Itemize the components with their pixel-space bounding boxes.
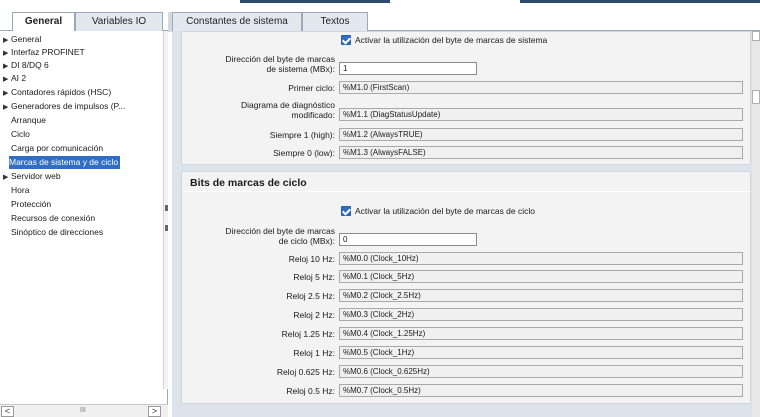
always-false-label: Siempre 0 (low): <box>273 148 335 158</box>
nav-item-arranque[interactable]: Arranque <box>11 114 46 127</box>
nav-item-hora[interactable]: Hora <box>11 184 29 197</box>
first-cycle-field: %M1.0 (FirstScan) <box>339 81 743 94</box>
nav-item-ciclo[interactable]: Ciclo <box>11 128 30 141</box>
expand-arrow-icon[interactable]: ▶ <box>3 73 11 86</box>
nav-item-interfaz-profinet[interactable]: ▶ Interfaz PROFINET <box>3 46 85 59</box>
clock-1hz-label: Reloj 1 Hz: <box>293 348 335 358</box>
tab-variables-io[interactable]: Variables IO <box>75 12 163 31</box>
tab-general[interactable]: General <box>12 12 75 32</box>
clock-memory-enable-checkbox[interactable] <box>341 206 351 216</box>
clock-byte-address-label: Dirección del byte de marcas de ciclo (M… <box>225 226 335 246</box>
clock-5hz-label: Reloj 5 Hz: <box>293 272 335 282</box>
nav-item-contadores-rapidos[interactable]: ▶ Contadores rápidos (HSC) <box>3 86 111 99</box>
system-byte-address-label: Dirección del byte de marcas de sistema … <box>225 54 335 74</box>
title-accent-line <box>240 0 390 3</box>
scroll-right-button[interactable]: > <box>148 406 161 417</box>
nav-item-proteccion[interactable]: Protección <box>11 198 51 211</box>
section-divider <box>182 191 750 192</box>
system-memory-enable-checkbox[interactable] <box>341 35 351 45</box>
always-true-label: Siempre 1 (high): <box>269 130 335 140</box>
clock-10hz-label: Reloj 10 Hz: <box>288 254 335 264</box>
clock-0-625hz-label: Reloj 0.625 Hz: <box>276 367 335 377</box>
system-memory-enable-label: Activar la utilización del byte de marca… <box>355 35 548 45</box>
scroll-grip-icon[interactable]: III <box>80 407 86 414</box>
expand-arrow-icon[interactable]: ▶ <box>3 87 11 100</box>
nav-item-generadores-impulsos[interactable]: ▶ Generadores de impulsos (P... <box>3 100 125 113</box>
content-vertical-scrollbar[interactable] <box>752 31 760 417</box>
scroll-up-button[interactable] <box>752 31 760 41</box>
clock-memory-section-title: Bits de marcas de ciclo <box>190 177 307 189</box>
diag-status-field: %M1.1 (DiagStatusUpdate) <box>339 108 743 121</box>
tab-textos[interactable]: Textos <box>302 12 368 31</box>
nav-horizontal-scrollbar[interactable]: < III > <box>0 404 168 417</box>
nav-item-marcas-sistema-ciclo[interactable]: Marcas de sistema y de ciclo <box>9 156 121 169</box>
nav-item-recursos-conexion[interactable]: Recursos de conexión <box>11 212 95 225</box>
system-memory-panel <box>181 31 751 165</box>
system-byte-address-input[interactable]: 1 <box>339 62 477 75</box>
scrollbar-thumb[interactable] <box>752 90 760 104</box>
nav-item-general[interactable]: ▶ General <box>3 33 41 46</box>
clock-1-25hz-label: Reloj 1.25 Hz: <box>281 329 335 339</box>
clock-10hz-field: %M0.0 (Clock_10Hz) <box>339 252 743 265</box>
clock-0-5hz-field: %M0.7 (Clock_0.5Hz) <box>339 384 743 397</box>
expand-arrow-icon[interactable]: ▶ <box>3 171 11 184</box>
clock-2-5hz-label: Reloj 2.5 Hz: <box>286 291 335 301</box>
clock-0-5hz-label: Reloj 0.5 Hz: <box>286 386 335 396</box>
clock-memory-enable-label: Activar la utilización del byte de marca… <box>355 206 535 216</box>
first-cycle-label: Primer ciclo: <box>288 83 335 93</box>
clock-5hz-field: %M0.1 (Clock_5Hz) <box>339 270 743 283</box>
title-accent-line-right <box>520 0 760 3</box>
splitter-notch-icon <box>165 225 168 231</box>
scroll-left-button[interactable]: < <box>1 406 14 417</box>
tab-splitter[interactable] <box>168 12 172 32</box>
diag-status-label: Diagrama de diagnóstico modificado: <box>240 100 335 120</box>
nav-item-ai[interactable]: ▶ AI 2 <box>3 72 26 85</box>
clock-2-5hz-field: %M0.2 (Clock_2.5Hz) <box>339 289 743 302</box>
nav-item-sinoptico-direcciones[interactable]: Sinóptico de direcciones <box>11 226 103 239</box>
clock-byte-address-input[interactable]: 0 <box>339 233 477 246</box>
property-nav-tree: ▶ General ▶ Interfaz PROFINET ▶ DI 8/DQ 6 ▶… <box>0 31 168 417</box>
expand-arrow-icon[interactable]: ▶ <box>3 101 11 114</box>
tab-bar: General Variables IO Constantes de siste… <box>0 12 760 32</box>
tab-constantes-de-sistema[interactable]: Constantes de sistema <box>172 12 302 31</box>
always-true-field: %M1.2 (AlwaysTRUE) <box>339 128 743 141</box>
clock-2hz-field: %M0.3 (Clock_2Hz) <box>339 308 743 321</box>
clock-2hz-label: Reloj 2 Hz: <box>293 310 335 320</box>
nav-item-carga-comunicacion[interactable]: Carga por comunicación <box>11 142 103 155</box>
clock-0-625hz-field: %M0.6 (Clock_0.625Hz) <box>339 365 743 378</box>
nav-item-di-dq[interactable]: ▶ DI 8/DQ 6 <box>3 59 49 72</box>
splitter-notch-icon <box>165 205 168 211</box>
clock-1-25hz-field: %M0.4 (Clock_1.25Hz) <box>339 327 743 340</box>
always-false-field: %M1.3 (AlwaysFALSE) <box>339 146 743 159</box>
clock-1hz-field: %M0.5 (Clock_1Hz) <box>339 346 743 359</box>
nav-item-servidor-web[interactable]: ▶ Servidor web <box>3 170 61 183</box>
